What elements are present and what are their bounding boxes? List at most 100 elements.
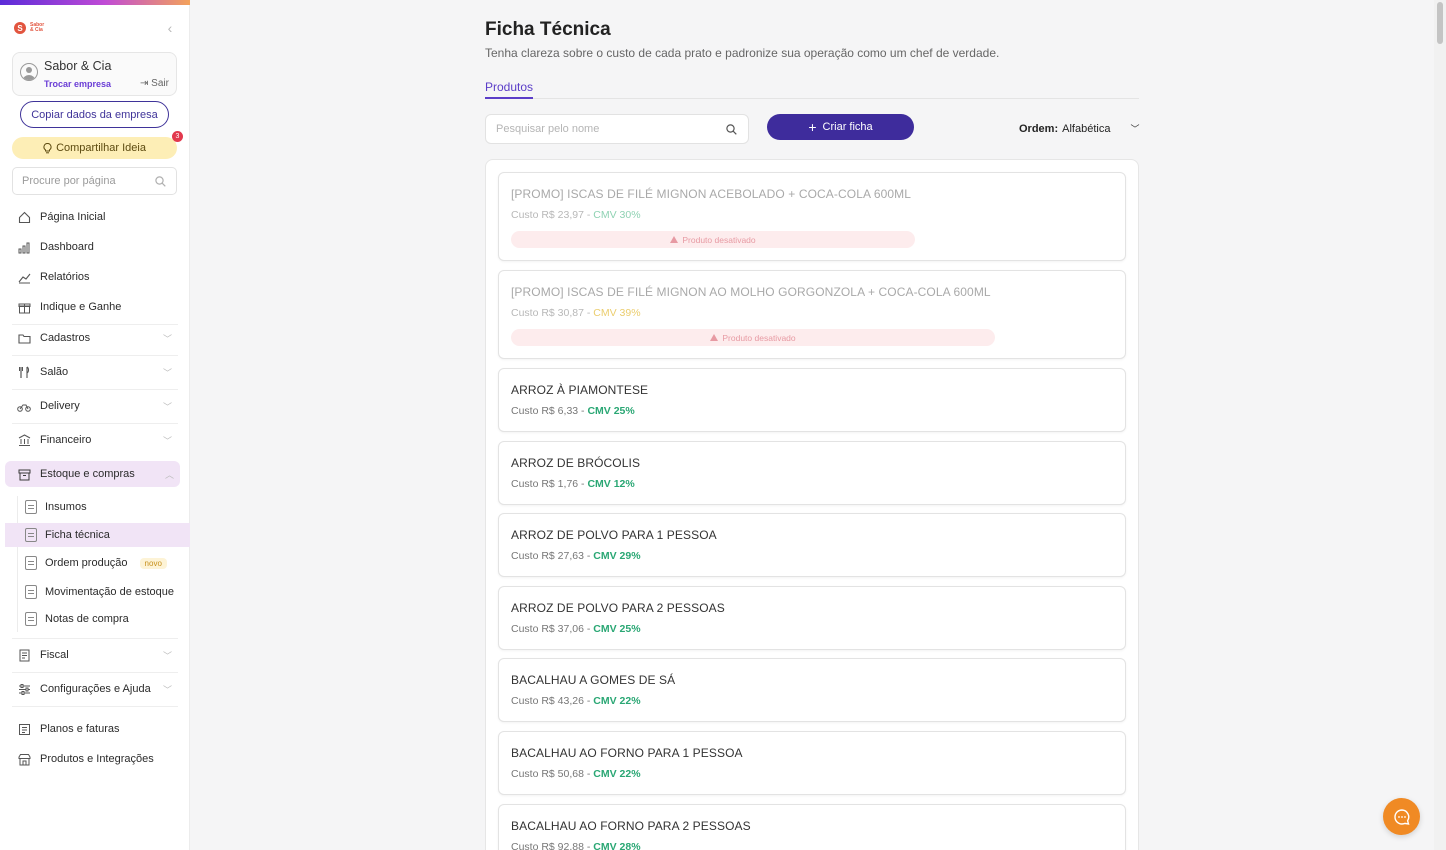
nav-item-financial[interactable]: Financeiro ﹀ bbox=[12, 427, 178, 453]
nav-item-home[interactable]: Página Inicial bbox=[12, 204, 178, 230]
product-cost: Custo R$ 27,63 - CMV 29% bbox=[511, 550, 641, 562]
cost-value: Custo R$ 6,33 - bbox=[511, 405, 588, 417]
product-card[interactable]: [PROMO] ISCAS DE FILÉ MIGNON AO MOLHO GO… bbox=[498, 270, 1126, 359]
nav-item-settings-help[interactable]: Configurações e Ajuda ﹀ bbox=[12, 676, 178, 702]
product-card[interactable]: BACALHAU A GOMES DE SÁ Custo R$ 43,26 - … bbox=[498, 658, 1126, 722]
cost-value: Custo R$ 1,76 - bbox=[511, 478, 588, 490]
nav-label: Relatórios bbox=[40, 271, 90, 283]
scrollbar-thumb[interactable] bbox=[1437, 2, 1443, 44]
share-idea-label: Compartilhar Ideia bbox=[56, 142, 146, 154]
collapse-sidebar-icon[interactable]: ‹ bbox=[163, 20, 177, 36]
product-card[interactable]: BACALHAU AO FORNO PARA 2 PESSOAS Custo R… bbox=[498, 804, 1126, 850]
nav-label: Produtos e Integrações bbox=[40, 753, 154, 765]
product-name: BACALHAU AO FORNO PARA 2 PESSOAS bbox=[511, 819, 751, 833]
nav-label: Fiscal bbox=[40, 649, 69, 661]
cost-value: Custo R$ 27,63 - bbox=[511, 550, 594, 562]
product-search-input[interactable] bbox=[486, 115, 716, 143]
page-title: Ficha Técnica bbox=[485, 19, 611, 40]
nav-label: Página Inicial bbox=[40, 211, 106, 223]
cmv-value: CMV 12% bbox=[587, 478, 635, 490]
nav-item-delivery[interactable]: Delivery ﹀ bbox=[12, 393, 178, 419]
cmv-value: CMV 30% bbox=[593, 209, 641, 221]
nav-divider bbox=[12, 389, 178, 390]
product-name: ARROZ À PIAMONTESE bbox=[511, 383, 649, 397]
company-logo[interactable]: S Sabor & Cia bbox=[14, 22, 44, 34]
nav-label: Planos e faturas bbox=[40, 723, 120, 735]
clipboard-check-icon bbox=[25, 556, 37, 570]
nav-label: Estoque e compras bbox=[40, 468, 135, 480]
nav-item-refer[interactable]: Indique e Ganhe bbox=[12, 294, 178, 320]
nav-item-fiscal[interactable]: Fiscal ﹀ bbox=[12, 642, 178, 668]
nav-divider bbox=[12, 355, 178, 356]
chevron-down-icon: ﹀ bbox=[162, 334, 172, 344]
deactivated-label: Produto desativado bbox=[722, 332, 796, 343]
order-select[interactable]: Ordem: Alfabética ﹀ bbox=[1019, 122, 1139, 135]
document-icon bbox=[17, 722, 31, 736]
nav-item-stock[interactable]: Estoque e compras ︿ bbox=[5, 461, 180, 487]
nav-label: Indique e Ganhe bbox=[40, 301, 122, 313]
nav-divider bbox=[12, 672, 178, 673]
user-avatar-icon bbox=[20, 63, 38, 81]
product-card[interactable]: ARROZ DE POLVO PARA 2 PESSOAS Custo R$ 3… bbox=[498, 586, 1126, 650]
share-idea-button[interactable]: Compartilhar Ideia bbox=[12, 137, 177, 159]
sub-item-purchase-notes[interactable]: Notas de compra bbox=[5, 607, 190, 631]
nav-item-reports[interactable]: Relatórios bbox=[12, 264, 178, 290]
product-name: BACALHAU A GOMES DE SÁ bbox=[511, 673, 676, 687]
product-cost: Custo R$ 6,33 - CMV 25% bbox=[511, 405, 635, 417]
switch-company-link[interactable]: Trocar empresa bbox=[44, 79, 111, 89]
cost-value: Custo R$ 23,97 - bbox=[511, 209, 594, 221]
nav-label: Cadastros bbox=[40, 332, 91, 344]
bank-icon bbox=[17, 433, 31, 447]
nav-item-hall[interactable]: Salão ﹀ bbox=[12, 359, 178, 385]
chat-bubble-icon bbox=[1393, 808, 1409, 825]
product-cost: Custo R$ 50,68 - CMV 22% bbox=[511, 768, 641, 780]
logo-mark: S bbox=[14, 22, 26, 34]
sub-item-production-order[interactable]: Ordem produção novo bbox=[5, 551, 190, 575]
archive-box-icon bbox=[17, 467, 31, 481]
sub-item-technical-sheet[interactable]: Ficha técnica bbox=[5, 523, 190, 547]
deactivated-label: Produto desativado bbox=[682, 234, 756, 245]
product-card[interactable]: ARROZ DE BRÓCOLIS Custo R$ 1,76 - CMV 12… bbox=[498, 441, 1126, 505]
page-scrollbar[interactable] bbox=[1434, 0, 1446, 850]
create-sheet-label: Criar ficha bbox=[822, 121, 873, 133]
tab-products[interactable]: Produtos bbox=[485, 80, 534, 99]
search-icon[interactable] bbox=[726, 124, 737, 135]
sub-item-label: Movimentação de estoque bbox=[45, 586, 175, 598]
product-card[interactable]: ARROZ À PIAMONTESE Custo R$ 6,33 - CMV 2… bbox=[498, 368, 1126, 432]
nav-item-plans-invoices[interactable]: Planos e faturas bbox=[12, 716, 178, 742]
product-name: BACALHAU AO FORNO PARA 1 PESSOA bbox=[511, 746, 743, 760]
chat-support-button[interactable] bbox=[1383, 798, 1420, 835]
company-card: Sabor & Cia Trocar empresa ⇥ Sair bbox=[12, 52, 177, 96]
nav-item-products-integrations[interactable]: Produtos e Integrações bbox=[12, 746, 178, 772]
cost-value: Custo R$ 30,87 - bbox=[511, 307, 594, 319]
product-cost: Custo R$ 43,26 - CMV 22% bbox=[511, 695, 641, 707]
sub-item-label: Ordem produção bbox=[45, 557, 128, 569]
nav-label: Salão bbox=[40, 366, 69, 378]
chevron-down-icon: ﹀ bbox=[162, 368, 172, 378]
boxes-icon bbox=[25, 585, 37, 599]
trend-icon bbox=[17, 270, 31, 284]
cost-value: Custo R$ 92,88 - bbox=[511, 841, 594, 850]
sub-item-stock-movement[interactable]: Movimentação de estoque bbox=[5, 580, 190, 604]
home-icon bbox=[17, 210, 31, 224]
page-search-input[interactable] bbox=[13, 168, 148, 194]
product-name: [PROMO] ISCAS DE FILÉ MIGNON ACEBOLADO +… bbox=[511, 187, 912, 201]
sub-item-supplies[interactable]: Insumos bbox=[5, 495, 190, 519]
product-card[interactable]: ARROZ DE POLVO PARA 1 PESSOA Custo R$ 27… bbox=[498, 513, 1126, 577]
product-cost: Custo R$ 23,97 - CMV 30% bbox=[511, 209, 641, 221]
sub-item-label: Insumos bbox=[45, 501, 87, 513]
tab-bar: Produtos bbox=[485, 80, 1139, 99]
sliders-icon bbox=[17, 682, 31, 696]
copy-company-data-button[interactable]: Copiar dados da empresa bbox=[20, 101, 169, 128]
nav-item-dashboard[interactable]: Dashboard bbox=[12, 234, 178, 260]
product-card[interactable]: [PROMO] ISCAS DE FILÉ MIGNON ACEBOLADO +… bbox=[498, 172, 1126, 261]
logout-link[interactable]: ⇥ Sair bbox=[140, 78, 169, 89]
create-sheet-button[interactable]: + Criar ficha bbox=[767, 114, 914, 140]
cmv-value: CMV 25% bbox=[587, 405, 635, 417]
company-name: Sabor & Cia bbox=[44, 59, 112, 73]
lightbulb-icon bbox=[43, 142, 52, 153]
nav-item-registrations[interactable]: Cadastros ﹀ bbox=[12, 325, 178, 351]
product-card[interactable]: BACALHAU AO FORNO PARA 1 PESSOA Custo R$… bbox=[498, 731, 1126, 795]
nav-label: Financeiro bbox=[40, 434, 92, 446]
search-icon[interactable] bbox=[155, 176, 166, 187]
